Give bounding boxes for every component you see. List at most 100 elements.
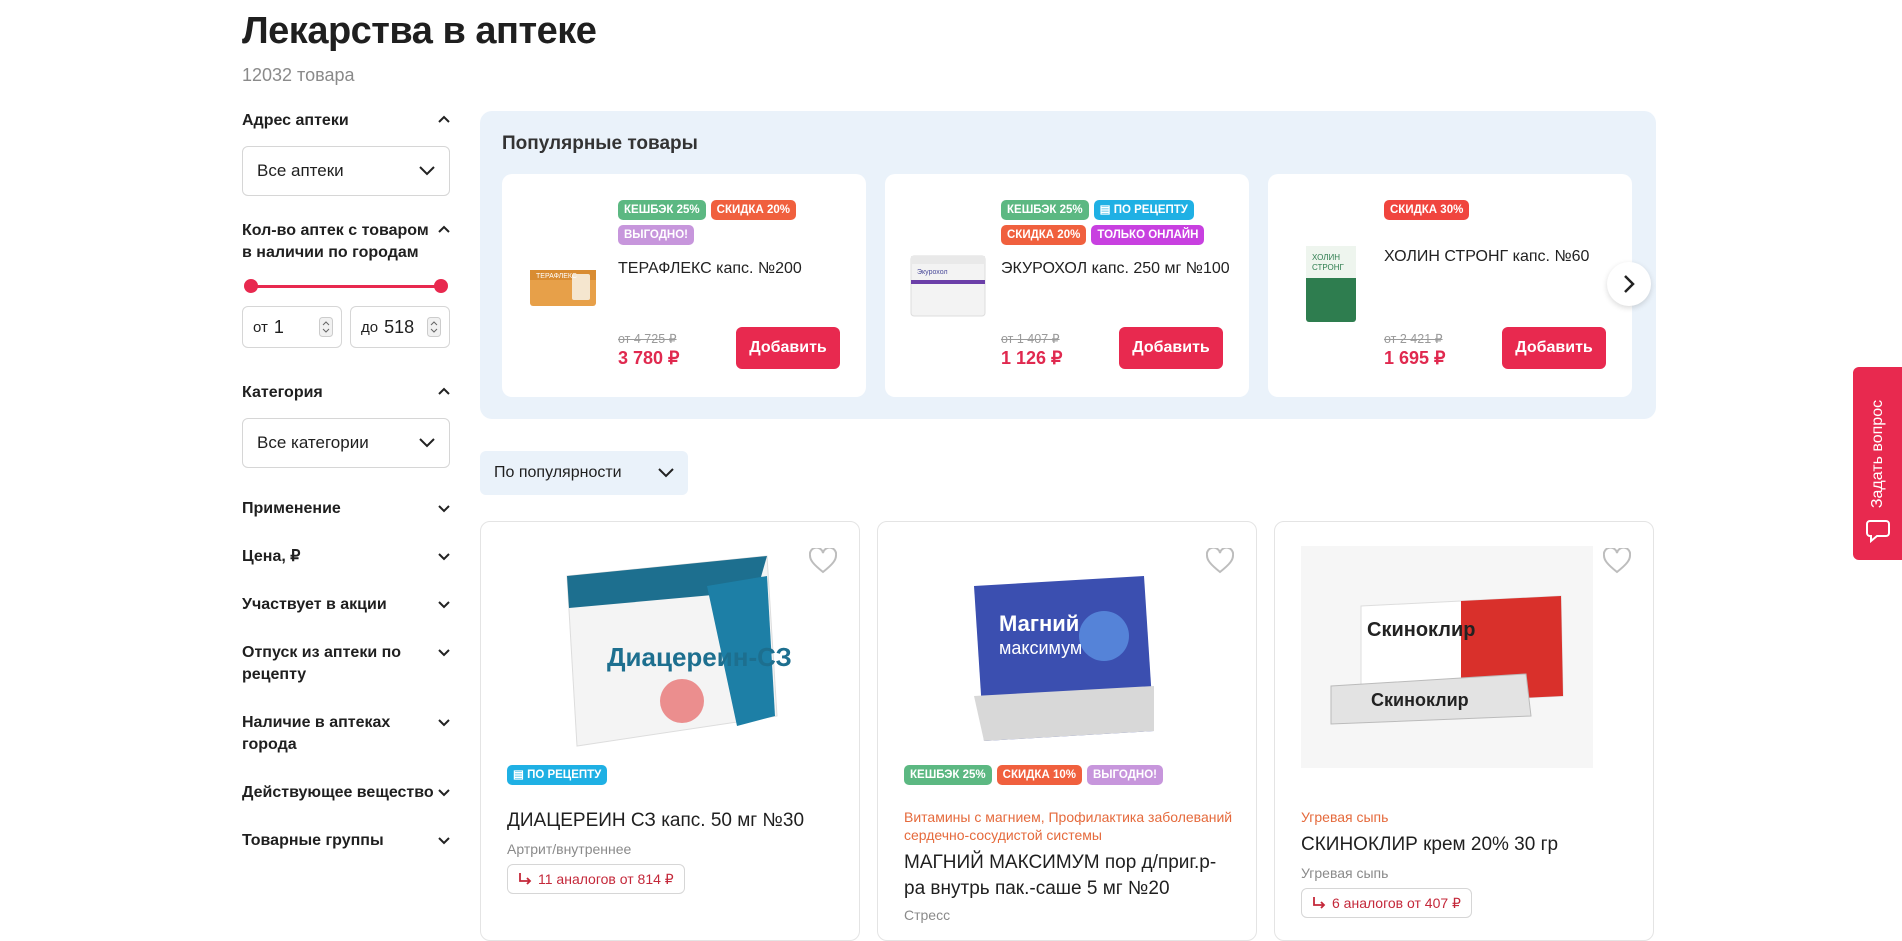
filter-label: Наличие в аптеках города: [242, 714, 391, 753]
page-title: Лекарства в аптеке: [242, 10, 597, 52]
range-from-input[interactable]: от 1: [242, 306, 342, 348]
product-name[interactable]: ТЕРАФЛЕКС капс. №200: [618, 260, 802, 278]
address-select[interactable]: Все аптеки: [242, 146, 450, 196]
filter-label: Товарные группы: [242, 832, 384, 849]
price: 1 126 ₽: [1001, 348, 1063, 368]
analogs-label: 6 аналогов от 407 ₽: [1332, 894, 1461, 911]
category-select[interactable]: Все категории: [242, 418, 450, 468]
discount-badge: СКИДКА 20%: [710, 200, 796, 220]
product-count: 12032 товара: [242, 65, 355, 85]
chevron-down-icon: [658, 468, 674, 478]
svg-text:СТРОНГ: СТРОНГ: [1312, 263, 1345, 272]
svg-text:Экурохол: Экурохол: [917, 269, 948, 276]
range-thumb-min[interactable]: [244, 279, 258, 293]
filter-pharmacies-header[interactable]: Кол-во аптек с товаром в наличии по горо…: [242, 220, 450, 264]
favorite-heart-icon[interactable]: [1206, 548, 1234, 574]
discount-badge: СКИДКА 10%: [996, 765, 1082, 785]
filter-label: Применение: [242, 500, 341, 517]
chevron-down-icon: [438, 719, 450, 727]
turn-arrow-icon: [519, 873, 532, 885]
product-category[interactable]: Витамины с магнием, Профилактика заболев…: [904, 808, 1234, 844]
discount-badge: СКИДКА 20%: [1001, 225, 1087, 245]
chevron-down-icon: [419, 438, 435, 448]
filter-promo[interactable]: Участвует в акции: [242, 594, 450, 616]
favorite-heart-icon[interactable]: [1603, 548, 1631, 574]
chevron-up-icon: [438, 225, 450, 233]
chevron-right-icon: [1624, 275, 1635, 293]
old-price: от 1 407 ₽: [1001, 332, 1060, 346]
chat-bubble-icon: [1866, 520, 1890, 543]
filter-category-header[interactable]: Категория: [242, 382, 450, 404]
range-to-label: до: [361, 318, 379, 336]
product-name[interactable]: ЭКУРОХОЛ капс. 250 мг №100: [1001, 260, 1230, 278]
filter-price[interactable]: Цена, ₽: [242, 546, 450, 568]
product-subtitle: Артрит/внутреннее: [507, 841, 632, 857]
add-to-cart-button[interactable]: Добавить: [1502, 327, 1606, 369]
product-subtitle: Угревая сыпь: [1301, 865, 1389, 881]
product-image: Магний максимум: [974, 576, 1154, 741]
category-select-value: Все категории: [257, 433, 369, 452]
profit-badge: ВЫГОДНО!: [1086, 765, 1163, 785]
favorite-heart-icon[interactable]: [809, 548, 837, 574]
filter-usage[interactable]: Применение: [242, 498, 450, 520]
old-price: от 4 725 ₽: [618, 332, 677, 346]
product-name[interactable]: СКИНОКЛИР крем 20% 30 гр: [1301, 832, 1631, 858]
product-name[interactable]: ХОЛИН СТРОНГ капс. №60: [1384, 248, 1589, 266]
product-subtitle: Стресс: [904, 907, 951, 923]
prescription-badge-label: ПО РЕЦЕПТУ: [527, 769, 602, 781]
cashback-badge: КЕШБЭК 25%: [904, 765, 992, 785]
filters-sidebar: Адрес аптеки Все аптеки Кол-во аптек с т…: [242, 110, 450, 852]
filter-prescription[interactable]: Отпуск из аптеки по рецепту: [242, 642, 450, 686]
popular-title: Популярные товары: [502, 133, 698, 154]
chevron-down-icon: [438, 601, 450, 609]
prescription-badge: ▤ ПО РЕЦЕПТУ: [507, 765, 608, 785]
spinner-icon[interactable]: [319, 317, 333, 337]
filter-address-header[interactable]: Адрес аптеки: [242, 110, 450, 132]
turn-arrow-icon: [1313, 897, 1326, 909]
chevron-down-icon: [438, 789, 450, 797]
pharmacies-range-slider[interactable]: [242, 278, 450, 294]
filter-substance[interactable]: Действующее вещество: [242, 782, 450, 804]
filter-label: Цена, ₽: [242, 548, 301, 565]
product-category[interactable]: Угревая сыпь: [1301, 808, 1631, 826]
range-track: [250, 285, 442, 288]
svg-text:Магний: Магний: [999, 611, 1079, 636]
popular-card[interactable]: Экурохол КЕШБЭК 25% ▤ ПО РЕЦЕПТУ СКИДКА …: [885, 174, 1249, 397]
badge-list: КЕШБЭК 25% СКИДКА 10% ВЫГОДНО!: [904, 765, 1163, 785]
filter-groups[interactable]: Товарные группы: [242, 830, 450, 852]
price: 1 695 ₽: [1384, 348, 1446, 368]
product-image: ТЕРАФЛЕКС: [530, 270, 596, 306]
discount-badge: СКИДКА 30%: [1384, 200, 1470, 220]
product-name[interactable]: МАГНИЙ МАКСИМУМ пор д/приг.р-ра внутрь п…: [904, 850, 1234, 902]
filter-label: Действующее вещество: [242, 784, 434, 801]
add-to-cart-button[interactable]: Добавить: [736, 327, 840, 369]
analogs-button[interactable]: 11 аналогов от 814 ₽: [507, 864, 685, 894]
sort-select[interactable]: По популярности: [480, 451, 688, 495]
popular-card[interactable]: ХОЛИН СТРОНГ СКИДКА 30% ХОЛИН СТРОНГ кап…: [1268, 174, 1632, 397]
ask-question-tab[interactable]: Задать вопрос: [1853, 367, 1902, 560]
product-card[interactable]: Скиноклир Скиноклир Угревая сыпь СКИНОКЛ…: [1274, 521, 1654, 941]
old-price: от 2 421 ₽: [1384, 332, 1443, 346]
svg-text:максимум: максимум: [999, 638, 1082, 658]
product-image: Скиноклир Скиноклир: [1301, 546, 1593, 768]
product-card[interactable]: Магний максимум КЕШБЭК 25% СКИДКА 10% ВЫ…: [877, 521, 1257, 941]
chevron-down-icon: [438, 649, 450, 657]
chevron-down-icon: [438, 837, 450, 845]
product-name[interactable]: ДИАЦЕРЕИН СЗ капс. 50 мг №30: [507, 808, 837, 834]
add-to-cart-button[interactable]: Добавить: [1119, 327, 1223, 369]
analogs-button[interactable]: 6 аналогов от 407 ₽: [1301, 888, 1472, 918]
spinner-icon[interactable]: [427, 317, 441, 337]
range-to-value: 518: [384, 316, 415, 337]
product-card[interactable]: Диацереин-СЗ ▤ ПО РЕЦЕПТУ ДИАЦЕРЕИН СЗ к…: [480, 521, 860, 941]
popular-card[interactable]: ТЕРАФЛЕКС КЕШБЭК 25% СКИДКА 20% ВЫГОДНО!…: [502, 174, 866, 397]
filter-label: Участвует в акции: [242, 596, 387, 613]
badge-list: СКИДКА 30%: [1384, 200, 1624, 220]
svg-text:Скиноклир: Скиноклир: [1371, 690, 1469, 710]
carousel-next-button[interactable]: [1607, 262, 1651, 306]
filter-availability[interactable]: Наличие в аптеках города: [242, 712, 450, 756]
range-thumb-max[interactable]: [434, 279, 448, 293]
chevron-up-icon: [438, 387, 450, 395]
svg-text:ТЕРАФЛЕКС: ТЕРАФЛЕКС: [536, 273, 577, 280]
chevron-down-icon: [438, 505, 450, 513]
range-to-input[interactable]: до 518: [350, 306, 450, 348]
